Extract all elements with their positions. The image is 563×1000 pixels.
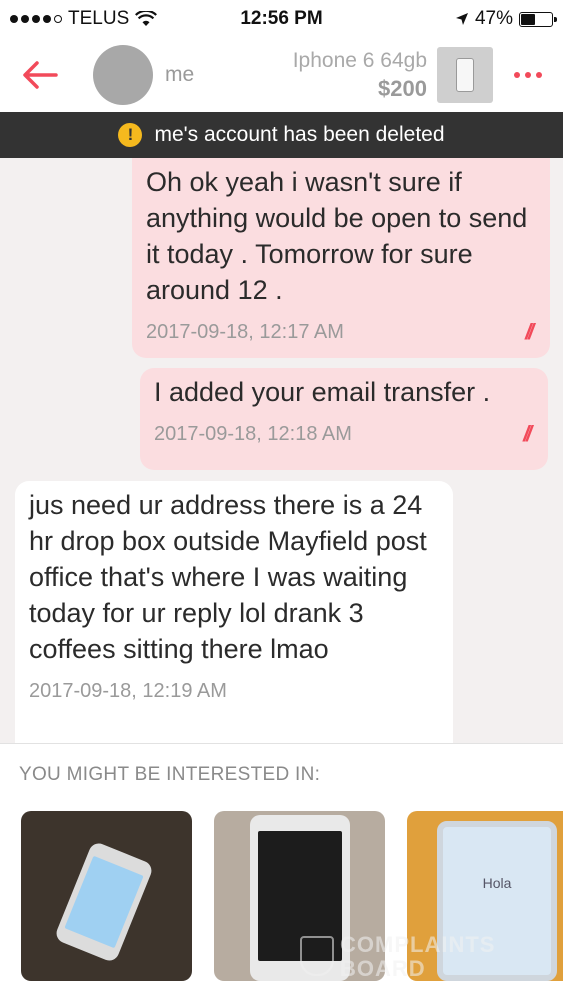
listing-thumbnail[interactable] [437,47,493,103]
contact-avatar[interactable] [93,45,153,105]
status-bar: TELUS 12:56 PM 47% [0,0,563,38]
message-bubble-outgoing[interactable]: Oh ok yeah i wasn't sure if anything wou… [132,158,550,358]
message-bubble-incoming[interactable]: jus need ur address there is a 24 hr dro… [15,481,453,743]
arrow-left-icon [23,61,58,89]
message-meta: 2017-09-18, 12:18 AM // [154,416,535,452]
watermark-line1: COMPLAINTS [340,932,496,957]
shield-icon [300,936,334,976]
battery-percent: 47% [474,8,513,29]
message-text: Oh ok yeah i wasn't sure if anything wou… [146,167,528,305]
signal-strength-icon [10,15,62,23]
location-arrow-icon [455,13,468,25]
message-timestamp: 2017-09-18, 12:18 AM [154,423,352,445]
message-timestamp: 2017-09-18, 12:17 AM [146,321,344,343]
account-deleted-banner: ! me's account has been deleted [0,112,563,158]
watermark-line2: BOARD [340,956,426,981]
phone-screen-text: Hola [482,875,512,891]
suggestions-title: YOU MIGHT BE INTERESTED IN: [19,764,321,785]
read-receipt-icon: // [528,314,537,350]
message-text: I added your email transfer . [154,377,491,407]
battery-icon [519,11,557,27]
message-bubble-outgoing[interactable]: I added your email transfer . 2017-09-18… [140,368,548,470]
listing-info[interactable]: Iphone 6 64gb $200 [293,47,427,103]
back-button[interactable] [0,38,80,112]
more-options-button[interactable] [493,38,563,112]
chat-header: me Iphone 6 64gb $200 [0,38,563,112]
message-meta: 2017-09-18, 12:19 AM [29,673,439,709]
battery-fill [521,13,536,25]
contact-name[interactable]: me [165,63,194,87]
status-right: 47% [455,8,557,30]
message-meta: 2017-09-18, 12:17 AM // [146,314,537,350]
watermark-logo: COMPLAINTS BOARD [300,932,530,982]
status-left: TELUS [10,8,158,30]
read-receipt-icon: // [526,416,535,452]
suggestion-item[interactable] [21,811,192,981]
warning-icon: ! [118,123,143,147]
phone-image [456,58,474,92]
banner-text: me's account has been deleted [154,123,445,146]
wifi-icon [135,11,158,26]
listing-title: Iphone 6 64gb [292,49,427,72]
more-dots-icon [514,72,520,78]
message-timestamp: 2017-09-18, 12:19 AM [29,680,227,702]
listing-price: $200 [378,76,427,101]
message-text: jus need ur address there is a 24 hr dro… [29,490,427,664]
message-list[interactable]: Oh ok yeah i wasn't sure if anything wou… [0,158,563,743]
carrier-name: TELUS [68,8,130,29]
phone-image [53,840,155,964]
